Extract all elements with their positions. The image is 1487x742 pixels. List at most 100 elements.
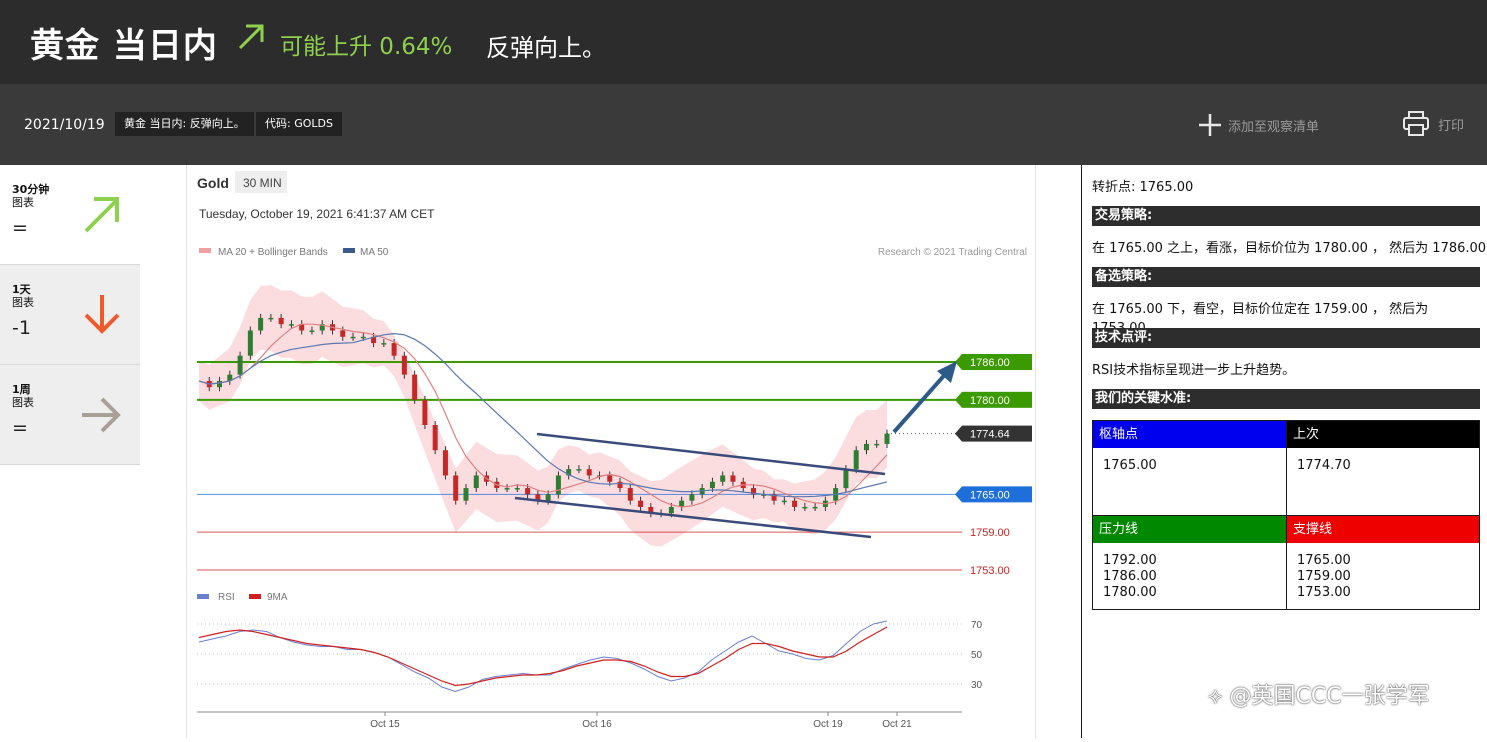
timeframe-score: -1	[12, 317, 31, 339]
target-arrow	[892, 368, 951, 434]
chart-area: Gold 30 MIN Tuesday, October 19, 2021 6:…	[186, 165, 1036, 738]
candle-body	[802, 506, 808, 509]
candle-body	[525, 488, 531, 495]
timeframe-label: 1周	[12, 383, 31, 396]
last-value: 1774.70	[1297, 458, 1351, 473]
resistance-value: 1792.00	[1103, 553, 1157, 568]
arrow-right-icon	[82, 397, 121, 433]
candle-body	[258, 317, 264, 331]
alt-strategy-heading: 备选策略:	[1092, 267, 1480, 287]
rsi-line	[198, 620, 888, 693]
legend-swatch	[197, 594, 209, 599]
printer-icon	[1403, 111, 1429, 136]
symbol-tag: 代码: GOLDS	[256, 112, 342, 136]
x-tick-label: Oct 19	[813, 719, 843, 730]
candle-body	[586, 469, 592, 476]
candle-body	[638, 500, 644, 507]
level-label: 1786.00	[970, 357, 1010, 369]
candle-body	[730, 475, 736, 482]
level-label: 1759.00	[970, 527, 1010, 539]
technical-heading: 技术点评:	[1092, 328, 1480, 348]
rsi-tick-label: 50	[971, 650, 983, 661]
candle-body	[576, 469, 582, 471]
add-to-watchlist-button[interactable]: 添加至观察清单	[1198, 112, 1319, 138]
rsi-ma-line	[198, 626, 888, 687]
candle-body	[340, 330, 346, 337]
timeframe-1week[interactable]: 1周 图表 =	[0, 365, 140, 465]
timeframe-sublabel: 图表	[12, 396, 34, 409]
legend-swatch	[249, 594, 261, 599]
level-label: 1774.64	[970, 429, 1010, 441]
candle-body	[309, 330, 315, 332]
rsi-tick-label: 70	[971, 620, 983, 631]
legend-swatch	[199, 248, 211, 253]
candle-body	[668, 506, 674, 514]
plus-icon	[1199, 114, 1221, 136]
timeframe-1day[interactable]: 1天 图表 -1	[0, 265, 140, 365]
x-tick-label: Oct 15	[370, 719, 400, 730]
level-tag-tip	[955, 391, 962, 408]
candle-body	[679, 500, 685, 507]
rsi-panel: 70 50 30	[197, 620, 983, 693]
pivot-value: 1765.00	[1103, 458, 1157, 473]
resistance-value: 1786.00	[1103, 569, 1157, 584]
support-value: 1753.00	[1297, 585, 1351, 600]
candle-body	[607, 475, 613, 482]
candle-body	[627, 488, 633, 501]
arrow-up-right-icon	[84, 197, 119, 233]
report-date: 2021/10/19	[24, 117, 105, 133]
level-label: 1780.00	[970, 395, 1010, 407]
arrow-up-right-icon	[238, 24, 264, 50]
title-tag: 黄金 当日内: 反弹向上。	[115, 112, 254, 136]
timeframe-sublabel: 图表	[12, 196, 34, 209]
timeframe-score: =	[12, 217, 28, 239]
print-button[interactable]: 打印	[1402, 110, 1464, 138]
timeframe-score: =	[12, 417, 28, 439]
x-axis: Oct 15 Oct 16 Oct 19 Oct 21	[197, 711, 962, 730]
candle-body	[391, 343, 397, 356]
candle-body	[792, 500, 798, 507]
pivot-header: 枢轴点	[1093, 421, 1286, 448]
candle-body	[884, 433, 890, 444]
candle-body	[555, 475, 561, 495]
candle-body	[237, 355, 243, 375]
candle-body	[217, 380, 223, 388]
candle-body	[278, 317, 284, 325]
support-header: 支撑线	[1287, 516, 1479, 543]
legend-rsi: RSI	[218, 592, 235, 603]
candle-body	[863, 443, 869, 451]
candle-body	[268, 317, 274, 320]
candle-body	[843, 469, 849, 489]
candle-body	[422, 399, 428, 426]
candle-body	[401, 355, 407, 375]
candle-body	[381, 343, 387, 345]
timeframe-label: 1天	[12, 283, 31, 296]
candle-body	[781, 500, 787, 503]
support-value: 1765.00	[1297, 553, 1351, 568]
candle-body	[360, 336, 366, 339]
level-label: 1753.00	[970, 565, 1010, 577]
candle-body	[874, 443, 880, 446]
resistance-value: 1780.00	[1103, 585, 1157, 600]
timeframe-sublabel: 图表	[12, 296, 34, 309]
technical-text: RSI技术指标呈现进一步上升趋势。	[1092, 363, 1296, 378]
arrow-down-icon	[84, 295, 120, 334]
candle-body	[720, 475, 726, 482]
interval-label: 30 MIN	[243, 176, 282, 190]
timeframe-label: 30分钟	[12, 183, 50, 196]
x-tick-label: Oct 21	[882, 719, 912, 730]
legend-ma50: MA 50	[360, 247, 389, 258]
key-levels-heading: 我们的关键水准:	[1092, 389, 1480, 409]
candle-body	[247, 330, 253, 356]
timeframe-30min[interactable]: 30分钟 图表 =	[0, 165, 140, 265]
candle-body	[442, 450, 448, 476]
instrument-name: Gold	[197, 175, 229, 191]
watermark: ⟡ @英国CCC一张学军	[1208, 684, 1430, 709]
page-subtitle: 反弹向上。	[486, 34, 606, 62]
chart-credit: Research © 2021 Trading Central	[878, 247, 1027, 258]
legend-ma20: MA 20 + Bollinger Bands	[218, 247, 328, 258]
candle-body	[412, 374, 418, 400]
resistance-header: 压力线	[1093, 516, 1286, 543]
trend-forecast: 可能上升 0.64%	[280, 34, 453, 60]
x-tick-label: Oct 16	[582, 719, 612, 730]
